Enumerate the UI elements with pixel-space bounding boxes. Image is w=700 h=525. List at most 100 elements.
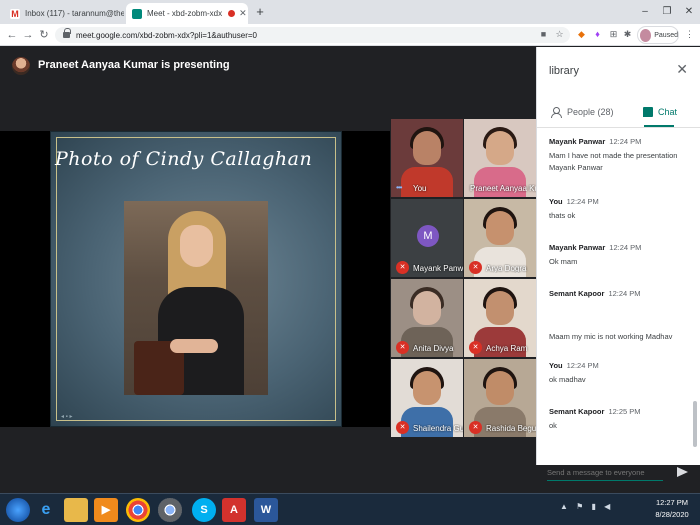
profile-button[interactable]: Paused bbox=[637, 26, 679, 44]
cast-icon[interactable]: ■ bbox=[538, 29, 549, 40]
back-icon[interactable]: ← bbox=[4, 27, 20, 43]
chat-message: Maam my mic is not working Madhav bbox=[549, 327, 693, 343]
side-panel: library ✕ People (28) Chat Mayank Panwar… bbox=[536, 47, 700, 481]
url-text: meet.google.com/xbd-zobm-xdx?pli=1&authu… bbox=[76, 30, 257, 40]
chat-message: Mayank Panwar 12:24 PM Mam I have not mad… bbox=[549, 137, 693, 174]
participant-tile[interactable]: ••• You bbox=[391, 119, 463, 197]
chat-message: Semant Kapoor 12:24 PM bbox=[549, 289, 693, 302]
acrobat-icon[interactable]: A bbox=[222, 498, 246, 522]
extension-icon[interactable]: ◆ bbox=[576, 29, 587, 40]
clock[interactable]: 12:27 PM 8/28/2020 bbox=[648, 497, 696, 521]
participant-tile[interactable]: ✕ Rashida Begum bbox=[464, 359, 536, 437]
message-sender: Semant Kapoor bbox=[549, 407, 605, 416]
participant-name: Shailendra Gu... bbox=[413, 424, 463, 433]
clock-time: 12:27 PM bbox=[655, 498, 689, 507]
lock-icon bbox=[63, 28, 71, 38]
ie-icon[interactable]: e bbox=[34, 498, 58, 522]
message-time: 12:24 PM bbox=[566, 361, 599, 370]
chat-icon bbox=[643, 107, 653, 117]
participant-face bbox=[413, 131, 441, 165]
participant-name: Achya Ram bbox=[486, 344, 528, 353]
menu-icon[interactable]: ⋮ bbox=[684, 29, 695, 40]
skype-icon[interactable]: S bbox=[192, 498, 216, 522]
reload-icon[interactable]: ↻ bbox=[36, 27, 52, 43]
tab-gmail[interactable]: M Inbox (117) - tarannum@theindi ✕ bbox=[4, 3, 124, 24]
panel-title: library bbox=[549, 65, 579, 77]
participant-tile[interactable]: M ✕ Mayank Panwar bbox=[391, 199, 463, 277]
presenter-avatar bbox=[12, 57, 30, 75]
chat-message: You 12:24 PM thats ok bbox=[549, 197, 693, 222]
participant-tile[interactable]: ✕ Arya Dogra bbox=[464, 199, 536, 277]
message-text: thats ok bbox=[549, 211, 576, 220]
system-tray[interactable]: ▲ ⚑ ▮ ◀ bbox=[560, 502, 613, 511]
meeting-stage: Praneet Aanyaa Kumar is presenting Photo… bbox=[0, 47, 536, 465]
new-tab-button[interactable]: + bbox=[252, 4, 268, 20]
close-icon[interactable]: ✕ bbox=[676, 61, 688, 78]
participant-tile[interactable]: ✕ Anita Divya bbox=[391, 279, 463, 357]
chat-input[interactable] bbox=[547, 465, 663, 481]
media-player-icon[interactable]: ▶ bbox=[94, 498, 118, 522]
meet-icon bbox=[132, 8, 142, 19]
participant-face bbox=[413, 371, 441, 405]
avatar bbox=[640, 28, 652, 42]
gmail-icon: M bbox=[10, 8, 20, 19]
participant-tile[interactable]: Praneet Aanyaa Kumar bbox=[464, 119, 536, 197]
extensions-icon[interactable]: ✱ bbox=[622, 29, 633, 40]
participant-face bbox=[486, 291, 514, 325]
participant-name: Anita Divya bbox=[413, 344, 454, 353]
tab-meet[interactable]: Meet - xbd-zobm-xdx ✕ bbox=[126, 3, 248, 24]
chat-messages[interactable]: Mayank Panwar 12:24 PM Mam I have not mad… bbox=[537, 129, 700, 449]
participant-tile[interactable]: ✕ Shailendra Gu... bbox=[391, 359, 463, 437]
slide-photo bbox=[124, 201, 268, 395]
participant-name: You bbox=[413, 184, 427, 193]
participant-grid: ••• You Praneet Aanyaa Kumar M ✕ Mayank … bbox=[391, 119, 536, 437]
star-icon[interactable]: ☆ bbox=[554, 29, 565, 40]
tab-title: Meet - xbd-zobm-xdx bbox=[147, 9, 223, 18]
address-bar-row: ← → ↻ meet.google.com/xbd-zobm-xdx?pli=1… bbox=[0, 24, 700, 46]
chrome-icon[interactable] bbox=[126, 498, 150, 522]
file-explorer-icon[interactable] bbox=[64, 498, 88, 522]
forward-icon[interactable]: → bbox=[20, 27, 36, 43]
message-text: Maam my mic is not working Madhav bbox=[549, 332, 673, 341]
message-sender: Mayank Panwar bbox=[549, 137, 606, 146]
message-text: Ok mam bbox=[549, 257, 578, 266]
participant-initial: M bbox=[417, 225, 439, 247]
send-icon[interactable] bbox=[677, 467, 688, 477]
clock-date: 8/28/2020 bbox=[655, 510, 689, 519]
message-sender: Mayank Panwar bbox=[549, 243, 606, 252]
participant-face bbox=[486, 371, 514, 405]
close-icon[interactable]: ✕ bbox=[235, 8, 247, 19]
close-window-icon[interactable]: ✕ bbox=[678, 0, 700, 24]
presentation-area: Photo of Cindy Callaghan ◂ ▪ ▸ bbox=[0, 131, 390, 427]
chrome-alt-icon[interactable] bbox=[158, 498, 182, 522]
message-text: ok bbox=[549, 421, 557, 430]
extension-icon[interactable]: ♦ bbox=[592, 29, 603, 40]
message-text: ok madhav bbox=[549, 375, 586, 384]
extension-icon[interactable]: ⊞ bbox=[608, 29, 619, 40]
divider bbox=[537, 127, 700, 128]
participant-tile[interactable]: ✕ Achya Ram bbox=[464, 279, 536, 357]
participant-face bbox=[413, 291, 441, 325]
message-sender: Semant Kapoor bbox=[549, 289, 605, 298]
people-icon bbox=[551, 107, 562, 118]
browser-tab-strip: M Inbox (117) - tarannum@theindi ✕ Meet … bbox=[0, 0, 700, 24]
minimize-icon[interactable]: – bbox=[634, 0, 656, 24]
screen: M Inbox (117) - tarannum@theindi ✕ Meet … bbox=[0, 0, 700, 525]
tab-label: People (28) bbox=[567, 107, 614, 117]
tab-chat[interactable]: Chat bbox=[643, 99, 677, 125]
chat-scrollbar[interactable] bbox=[693, 401, 697, 447]
participant-name: Mayank Panwar bbox=[413, 264, 463, 273]
word-icon[interactable]: W bbox=[254, 498, 278, 522]
start-button[interactable] bbox=[6, 498, 30, 522]
tab-people[interactable]: People (28) bbox=[551, 99, 614, 125]
participant-name: Praneet Aanyaa Kumar bbox=[470, 184, 536, 193]
message-time: 12:24 PM bbox=[566, 197, 599, 206]
slide-title: Photo of Cindy Callaghan bbox=[55, 148, 313, 170]
photo-hands bbox=[170, 339, 218, 353]
message-time: 12:24 PM bbox=[609, 137, 642, 146]
chat-message: Mayank Panwar 12:24 PM Ok mam bbox=[549, 243, 693, 268]
message-time: 12:24 PM bbox=[608, 289, 641, 298]
participant-face bbox=[486, 211, 514, 245]
maximize-icon[interactable]: ❐ bbox=[656, 0, 678, 24]
url-bar[interactable]: meet.google.com/xbd-zobm-xdx?pli=1&authu… bbox=[55, 27, 570, 43]
